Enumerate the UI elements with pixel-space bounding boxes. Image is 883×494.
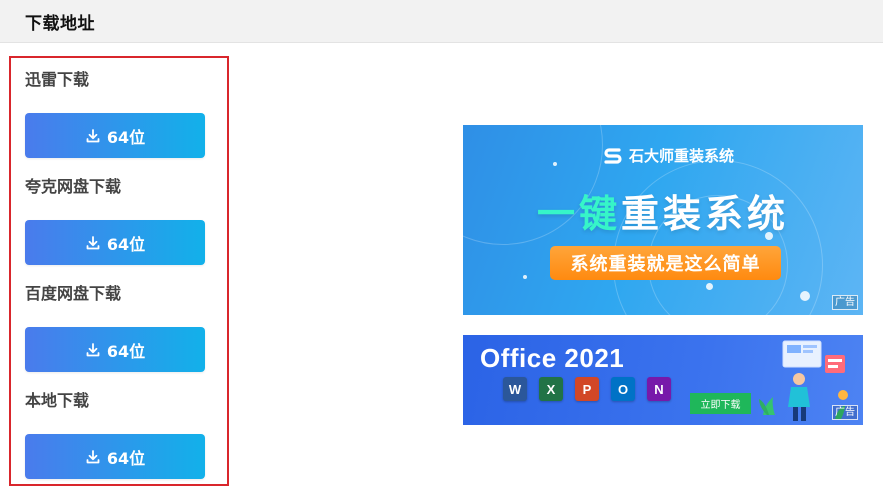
- headline-rest: 重装系统: [621, 192, 790, 236]
- powerpoint-icon: P: [575, 377, 599, 401]
- decor-dot: [800, 291, 810, 301]
- shidashi-logo-icon: [604, 147, 622, 164]
- section-title: 下载地址: [25, 14, 95, 34]
- download-group-baidu: 百度网盘下载 64位: [25, 283, 207, 372]
- reinstall-ad-banner[interactable]: 石大师重装系统 一键重装系统 系统重装就是这么简单 广告: [463, 125, 863, 315]
- headline-highlight: 一键: [536, 192, 621, 236]
- ad-slogan: 系统重装就是这么简单: [550, 246, 781, 280]
- outlook-icon: O: [611, 377, 635, 401]
- download-label: 百度网盘下载: [25, 284, 122, 303]
- ad-headline: 一键重装系统: [463, 183, 863, 238]
- brand-name: 石大师重装系统: [629, 147, 735, 165]
- baidu-download-button[interactable]: 64位: [25, 327, 205, 372]
- download-group-local: 本地下载 64位: [25, 390, 207, 479]
- download-button-label: 64位: [106, 234, 146, 254]
- word-icon: W: [503, 377, 527, 401]
- section-header: 下载地址: [0, 0, 883, 43]
- office-download-button[interactable]: 立即下载: [690, 393, 751, 414]
- ad-title: Office 2021: [480, 343, 625, 373]
- ad-tag: 广告: [832, 295, 858, 310]
- ad-tag: 广告: [832, 405, 858, 420]
- download-group-quark: 夸克网盘下载 64位: [25, 176, 207, 265]
- download-button-label: 64位: [106, 127, 146, 147]
- decor-dot: [523, 275, 527, 279]
- office-ad-banner[interactable]: Office 2021 W X P O N 立即下载 广告: [463, 335, 863, 425]
- local-download-button[interactable]: 64位: [25, 434, 205, 479]
- office-app-icons: W X P O N: [503, 377, 671, 401]
- download-button-label: 64位: [106, 448, 146, 468]
- quark-download-button[interactable]: 64位: [25, 220, 205, 265]
- download-label: 夸克网盘下载: [25, 177, 122, 196]
- download-icon: [86, 128, 100, 142]
- excel-icon: X: [539, 377, 563, 401]
- decor-dot: [706, 283, 713, 290]
- decor-dot: [553, 162, 557, 166]
- brand: 石大师重装系统: [603, 145, 734, 166]
- onenote-icon: N: [647, 377, 671, 401]
- download-icon: [86, 449, 100, 463]
- download-label: 本地下载: [25, 391, 90, 410]
- download-icon: [86, 235, 100, 249]
- download-group-xunlei: 迅雷下载 64位: [25, 69, 207, 158]
- download-icon: [86, 342, 100, 356]
- download-label: 迅雷下载: [25, 70, 90, 89]
- xunlei-download-button[interactable]: 64位: [25, 113, 205, 158]
- download-button-label: 64位: [106, 341, 146, 361]
- download-panel: 迅雷下载 64位 夸克网盘下载 64位 百度网盘下载 64位 本地下载 64位: [9, 56, 229, 486]
